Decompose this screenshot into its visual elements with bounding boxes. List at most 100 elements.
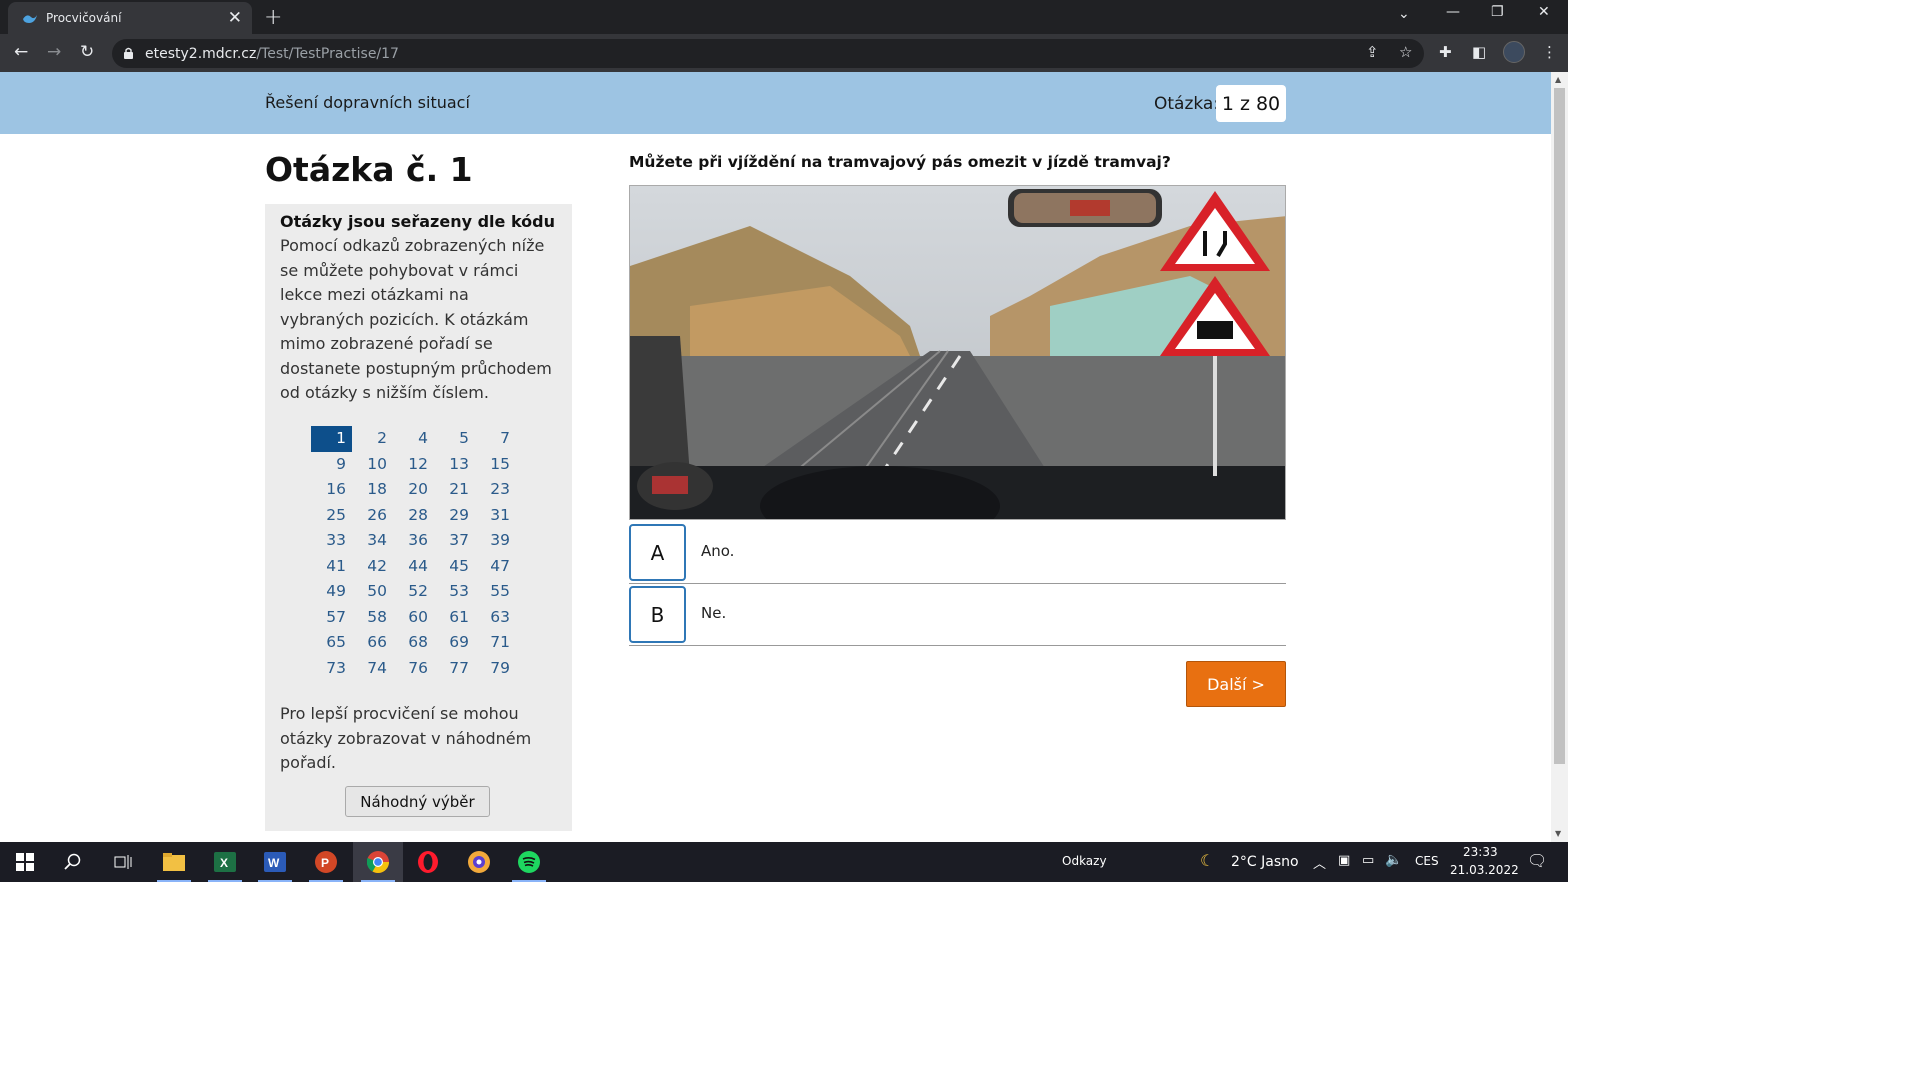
powerpoint-icon[interactable]: P xyxy=(301,842,351,882)
answer-option-b[interactable]: B Ne. xyxy=(629,586,1286,646)
question-link-79[interactable]: 79 xyxy=(475,656,516,682)
address-bar[interactable]: etesty2.mdcr.cz/Test/TestPractise/17 xyxy=(112,39,1424,68)
question-link-36[interactable]: 36 xyxy=(393,528,434,554)
word-icon[interactable]: W xyxy=(250,842,300,882)
menu-kebab-icon[interactable]: ⋮ xyxy=(1542,43,1557,61)
question-link-9[interactable]: 9 xyxy=(311,452,352,478)
question-link-1[interactable]: 1 xyxy=(311,426,352,452)
navigation-description: Pomocí odkazů zobrazených níže se můžete… xyxy=(280,236,552,402)
opera-icon[interactable] xyxy=(403,842,453,882)
question-link-55[interactable]: 55 xyxy=(475,579,516,605)
question-link-66[interactable]: 66 xyxy=(352,630,393,656)
side-panel-icon[interactable]: ◧ xyxy=(1472,43,1486,61)
question-link-63[interactable]: 63 xyxy=(475,605,516,631)
question-link-33[interactable]: 33 xyxy=(311,528,352,554)
scroll-down-icon[interactable]: ▼ xyxy=(1555,829,1561,838)
search-icon[interactable] xyxy=(48,842,98,882)
question-link-23[interactable]: 23 xyxy=(475,477,516,503)
question-link-44[interactable]: 44 xyxy=(393,554,434,580)
question-link-37[interactable]: 37 xyxy=(434,528,475,554)
tab-close-icon[interactable]: ✕ xyxy=(228,8,242,28)
file-explorer-icon[interactable] xyxy=(149,842,199,882)
question-link-76[interactable]: 76 xyxy=(393,656,434,682)
volume-icon[interactable]: 🔈 xyxy=(1385,852,1402,868)
restore-icon[interactable]: ❐ xyxy=(1491,4,1504,20)
question-link-61[interactable]: 61 xyxy=(434,605,475,631)
extensions-icon[interactable]: ✚ xyxy=(1439,43,1452,61)
question-link-73[interactable]: 73 xyxy=(311,656,352,682)
chrome-icon[interactable] xyxy=(353,842,403,882)
weather-text[interactable]: 2°C Jasno xyxy=(1231,854,1299,870)
new-tab-icon[interactable]: + xyxy=(264,5,282,30)
notification-icon[interactable]: 🗨 xyxy=(1527,851,1547,870)
chevron-up-icon[interactable]: ︿ xyxy=(1313,853,1326,872)
question-link-77[interactable]: 77 xyxy=(434,656,475,682)
question-link-12[interactable]: 12 xyxy=(393,452,434,478)
question-link-69[interactable]: 69 xyxy=(434,630,475,656)
question-link-50[interactable]: 50 xyxy=(352,579,393,605)
excel-icon[interactable]: X xyxy=(200,842,250,882)
minimize-icon[interactable]: — xyxy=(1446,4,1460,20)
question-link-20[interactable]: 20 xyxy=(393,477,434,503)
task-view-icon[interactable] xyxy=(98,842,148,882)
answer-option-a[interactable]: A Ano. xyxy=(629,524,1286,584)
question-link-47[interactable]: 47 xyxy=(475,554,516,580)
question-link-39[interactable]: 39 xyxy=(475,528,516,554)
spotify-icon[interactable] xyxy=(504,842,554,882)
question-link-74[interactable]: 74 xyxy=(352,656,393,682)
answer-letter[interactable]: B xyxy=(629,586,686,643)
reload-icon[interactable]: ↻ xyxy=(80,42,94,62)
windows-start-icon[interactable] xyxy=(0,842,50,882)
language-indicator[interactable]: CES xyxy=(1415,854,1439,868)
profile-avatar[interactable] xyxy=(1503,41,1525,63)
question-link-31[interactable]: 31 xyxy=(475,503,516,529)
battery-icon[interactable]: ▭ xyxy=(1362,853,1374,868)
question-link-29[interactable]: 29 xyxy=(434,503,475,529)
question-link-49[interactable]: 49 xyxy=(311,579,352,605)
clock-time[interactable]: 23:33 xyxy=(1463,845,1498,859)
question-link-5[interactable]: 5 xyxy=(434,426,475,452)
question-link-57[interactable]: 57 xyxy=(311,605,352,631)
forward-icon[interactable]: → xyxy=(47,42,61,62)
scroll-thumb[interactable] xyxy=(1554,88,1565,764)
page-scrollbar[interactable]: ▲ ▼ xyxy=(1551,72,1568,842)
tab-search-icon[interactable]: ⌄ xyxy=(1398,6,1410,22)
question-counter-label: Otázka: xyxy=(1154,94,1220,114)
question-link-58[interactable]: 58 xyxy=(352,605,393,631)
question-link-16[interactable]: 16 xyxy=(311,477,352,503)
question-link-15[interactable]: 15 xyxy=(475,452,516,478)
question-link-7[interactable]: 7 xyxy=(475,426,516,452)
answer-letter[interactable]: A xyxy=(629,524,686,581)
clock-date[interactable]: 21.03.2022 xyxy=(1450,863,1519,877)
taskbar-links-label[interactable]: Odkazy xyxy=(1062,854,1107,868)
question-link-52[interactable]: 52 xyxy=(393,579,434,605)
bookmark-star-icon[interactable]: ☆ xyxy=(1399,43,1412,61)
question-link-28[interactable]: 28 xyxy=(393,503,434,529)
share-icon[interactable]: ⇪ xyxy=(1366,43,1379,61)
question-link-2[interactable]: 2 xyxy=(352,426,393,452)
question-link-71[interactable]: 71 xyxy=(475,630,516,656)
question-link-4[interactable]: 4 xyxy=(393,426,434,452)
question-link-34[interactable]: 34 xyxy=(352,528,393,554)
scroll-up-icon[interactable]: ▲ xyxy=(1555,75,1561,84)
question-link-68[interactable]: 68 xyxy=(393,630,434,656)
vpn-browser-icon[interactable] xyxy=(454,842,504,882)
question-link-45[interactable]: 45 xyxy=(434,554,475,580)
question-link-41[interactable]: 41 xyxy=(311,554,352,580)
question-link-26[interactable]: 26 xyxy=(352,503,393,529)
network-icon[interactable]: ▣ xyxy=(1338,853,1350,868)
question-link-60[interactable]: 60 xyxy=(393,605,434,631)
question-link-21[interactable]: 21 xyxy=(434,477,475,503)
question-link-18[interactable]: 18 xyxy=(352,477,393,503)
next-button[interactable]: Další > xyxy=(1186,661,1286,707)
question-link-13[interactable]: 13 xyxy=(434,452,475,478)
question-link-10[interactable]: 10 xyxy=(352,452,393,478)
back-icon[interactable]: ← xyxy=(14,42,28,62)
question-link-53[interactable]: 53 xyxy=(434,579,475,605)
question-link-65[interactable]: 65 xyxy=(311,630,352,656)
random-selection-button[interactable]: Náhodný výběr xyxy=(345,786,490,817)
browser-tab[interactable]: Procvičování ✕ xyxy=(8,2,252,34)
close-window-icon[interactable]: ✕ xyxy=(1538,4,1550,20)
question-link-25[interactable]: 25 xyxy=(311,503,352,529)
question-link-42[interactable]: 42 xyxy=(352,554,393,580)
